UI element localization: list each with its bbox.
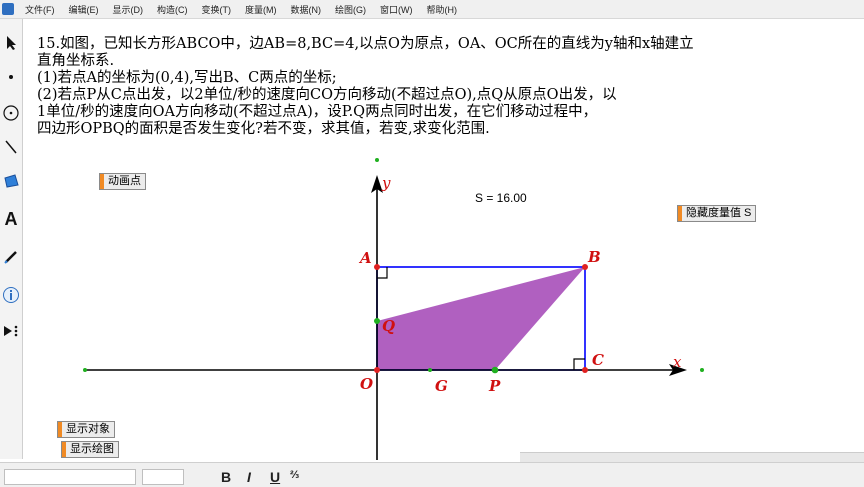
menu-graph[interactable]: 绘图(G) [328,3,373,16]
play-more-icon [4,325,18,337]
menu-construct[interactable]: 构造(C) [150,3,195,16]
point-a[interactable] [374,264,380,270]
label-q: Q [382,317,395,335]
underline-button[interactable]: U [270,469,280,485]
menu-window[interactable]: 窗口(W) [373,3,420,16]
point-icon [9,75,13,79]
menu-measure[interactable]: 度量(M) [238,3,284,16]
menu-transform[interactable]: 变换(T) [195,3,239,16]
menu-edit[interactable]: 编辑(E) [62,3,106,16]
x-axis-end-point[interactable] [83,368,87,372]
point-c[interactable] [582,367,588,373]
sketch-canvas[interactable]: 15.如图，已知长方形ABCO中，边AB=8,BC=4,以点O为原点，OA、OC… [23,19,864,460]
arrow-icon [7,36,16,50]
menu-data[interactable]: 数据(N) [284,3,329,16]
font-size-select[interactable] [142,469,184,485]
point-p[interactable] [491,366,499,374]
italic-button[interactable]: I [247,469,251,485]
y-axis-label: y [381,174,391,192]
label-b: B [587,248,601,266]
text-a-icon: A [4,208,18,229]
text-tool[interactable]: A [0,205,22,233]
point-tool[interactable] [0,63,22,91]
circle-icon [3,105,19,121]
arrow-select-tool[interactable] [0,29,22,57]
tool-palette: A [0,19,23,459]
menu-file[interactable]: 文件(F) [18,3,62,16]
menu-help[interactable]: 帮助(H) [420,3,465,16]
polygon-icon [4,174,19,188]
text-format-bar: B I U ⅔ [0,462,864,487]
segment-icon [5,140,17,154]
point-q[interactable] [374,318,380,324]
app-icon [2,3,14,15]
coordinate-diagram: y x A B C O Q P G [83,158,704,460]
information-tool[interactable] [0,281,22,309]
label-a: A [358,249,372,267]
polygon-tool[interactable] [0,167,22,195]
point-g[interactable] [428,368,432,372]
custom-tool[interactable] [0,317,22,345]
menu-bar: 文件(F) 编辑(E) 显示(D) 构造(C) 变换(T) 度量(M) 数据(N… [0,0,864,19]
label-c: C [592,351,604,369]
line-tool[interactable] [0,133,22,161]
pencil-icon [4,251,17,264]
x-axis-label: x [673,353,682,371]
marker-tool[interactable] [0,243,22,271]
label-p: P [488,377,501,395]
font-select[interactable] [4,469,136,485]
menu-display[interactable]: 显示(D) [106,3,151,16]
x-axis-end-point[interactable] [700,368,704,372]
y-axis-end-point[interactable] [375,158,379,162]
symbol-palette-icon[interactable]: ⅔ [290,469,299,481]
point-o[interactable] [374,367,380,373]
label-o: O [360,375,373,393]
info-icon [3,287,19,303]
compass-tool[interactable] [0,99,22,127]
quadrilateral-opbq [377,267,585,370]
label-g: G [435,377,448,395]
bold-button[interactable]: B [221,469,231,485]
